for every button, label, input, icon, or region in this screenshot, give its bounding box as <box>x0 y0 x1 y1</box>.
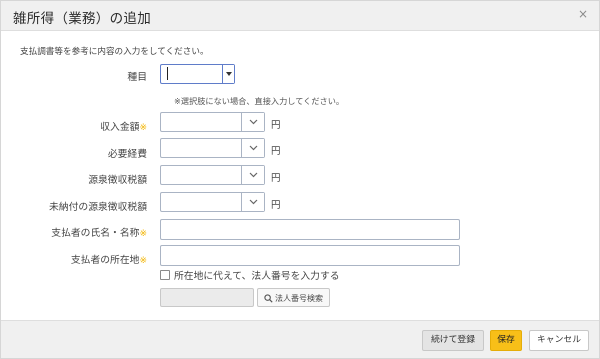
chevron-down-icon <box>249 119 258 125</box>
income-unit: 円 <box>271 120 281 131</box>
payer-address-label-text: 支払者の所在地 <box>70 255 140 266</box>
chevron-down-icon <box>249 172 258 178</box>
expenses-combobox[interactable] <box>160 138 265 158</box>
payer-address-input[interactable] <box>160 245 460 266</box>
unpaid-withholding-label-text: 未納付の源泉徴収税額 <box>49 202 147 213</box>
cancel-button[interactable]: キャンセル <box>529 330 589 351</box>
dialog-title: 雑所得（業務）の追加 <box>13 11 151 27</box>
chevron-down-icon <box>249 199 258 205</box>
payer-name-label-text: 支払者の氏名・名称 <box>51 228 140 239</box>
required-mark: ※ <box>139 123 147 133</box>
withholding-dropdown-button[interactable] <box>241 166 264 184</box>
dialog-header: 雑所得（業務）の追加 × <box>1 1 599 31</box>
close-icon[interactable]: × <box>577 8 589 20</box>
income-label: 収入金額※ <box>100 119 147 133</box>
income-dropdown-button[interactable] <box>241 113 264 131</box>
dropdown-triangle-icon <box>226 72 232 76</box>
type-note: ※選択肢にない場合、直接入力してください。 <box>174 96 345 106</box>
required-mark: ※ <box>139 229 147 239</box>
unpaid-withholding-unit: 円 <box>271 200 281 211</box>
withholding-unit: 円 <box>271 173 281 184</box>
corp-number-checkbox-label[interactable]: 所在地に代えて、法人番号を入力する <box>174 268 340 282</box>
payer-name-input[interactable] <box>160 219 460 240</box>
dialog-footer: 続けて登録 保存 キャンセル <box>1 320 599 358</box>
type-dropdown-button[interactable] <box>222 65 234 83</box>
income-combobox[interactable] <box>160 112 265 132</box>
search-icon <box>264 294 273 303</box>
income-label-text: 収入金額 <box>100 122 140 133</box>
chevron-down-icon <box>249 145 258 151</box>
expenses-label: 必要経費 <box>108 146 147 160</box>
type-label-text: 種目 <box>127 72 147 83</box>
corp-number-input <box>160 288 254 307</box>
corp-number-search-label: 法人番号検索 <box>275 294 323 303</box>
corp-number-search-button[interactable]: 法人番号検索 <box>257 288 330 307</box>
checkbox-icon[interactable] <box>160 270 170 280</box>
unpaid-withholding-dropdown-button[interactable] <box>241 193 264 211</box>
add-misc-income-dialog: 雑所得（業務）の追加 × 支払調書等を参考に内容の入力をしてください。 種目 ※… <box>0 0 600 359</box>
type-combobox[interactable] <box>160 64 235 84</box>
expenses-unit: 円 <box>271 146 281 157</box>
withholding-label: 源泉徴収税額 <box>88 172 147 186</box>
payer-name-label: 支払者の氏名・名称※ <box>51 225 147 239</box>
withholding-label-text: 源泉徴収税額 <box>88 175 147 186</box>
intro-text: 支払調書等を参考に内容の入力をしてください。 <box>20 47 209 57</box>
type-label: 種目 <box>127 69 147 83</box>
save-button[interactable]: 保存 <box>490 330 522 351</box>
expenses-dropdown-button[interactable] <box>241 139 264 157</box>
unpaid-withholding-label: 未納付の源泉徴収税額 <box>49 199 147 213</box>
text-cursor <box>167 67 168 80</box>
unpaid-withholding-combobox[interactable] <box>160 192 265 212</box>
continue-register-button[interactable]: 続けて登録 <box>422 330 484 351</box>
withholding-combobox[interactable] <box>160 165 265 185</box>
expenses-label-text: 必要経費 <box>107 149 147 160</box>
required-mark: ※ <box>139 256 147 266</box>
payer-address-label: 支払者の所在地※ <box>71 252 147 266</box>
